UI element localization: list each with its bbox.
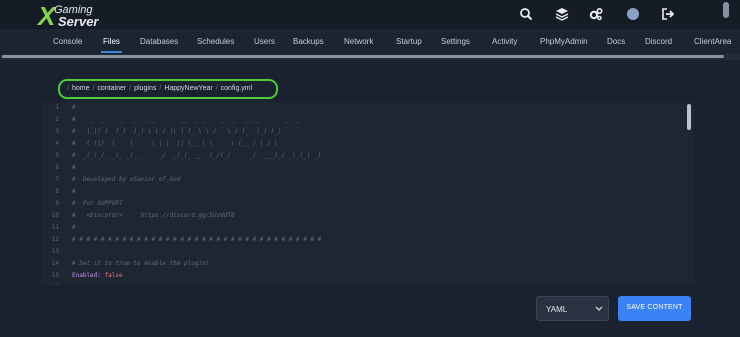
code-line: 3 # |_|| ) )_) )_) \ \ / |\ | )_ \ \ / \ … [55,128,282,135]
code-editor[interactable]: 1 # 2 # _ _ _ _ _ _ _ __ _ _ _ _ _ __ _ _ … [42,102,694,285]
tab-schedules[interactable]: Schedules [197,37,234,46]
search-icon[interactable] [519,7,533,21]
tab-console[interactable]: Console [53,37,82,46]
page-scrollbar-thumb[interactable] [723,2,729,18]
code-line: 8 # [55,188,76,195]
code-line: 7 # Developed by xSavior_of_God [55,176,181,183]
tab-discord[interactable]: Discord [645,37,672,46]
tab-databases[interactable]: Databases [140,37,178,46]
language-select[interactable]: YAML [536,296,609,321]
yaml-value: false [104,272,123,279]
logo[interactable]: X Gaming Server [38,1,118,31]
top-bar: X Gaming Server [0,0,740,31]
tab-phpmyadmin[interactable]: PhpMyAdmin [540,37,588,46]
logo-line2: Server [58,14,99,29]
logo-mark: X [38,1,55,31]
code-line: 11 # [51,224,76,231]
tab-startup[interactable]: Startup [396,37,422,46]
code-line: 13 [51,248,59,255]
logout-icon[interactable] [661,7,675,21]
code-line: 14 # Set it to true to enable the plugin! [51,260,210,267]
breadcrumb-happynewyear[interactable]: HappyNewYear [164,85,212,92]
tab-activity[interactable]: Activity [492,37,517,46]
code-line: 9 # For SUPPORT [55,200,123,207]
language-select-value: YAML [546,305,568,314]
breadcrumb-plugins[interactable]: plugins [134,85,156,92]
tab-files[interactable]: Files [103,37,120,46]
breadcrumb: / home / container / plugins / HappyNewYear / con… [67,85,253,92]
nav-scrollbar-thumb[interactable] [2,55,724,58]
tab-backups[interactable]: Backups [293,37,324,46]
breadcrumb-home[interactable]: home [72,85,90,92]
code-line: 4 # ( (|/ ( ( \ \ | \| (__ \ \ \ (__ / \ … [55,140,278,147]
tab-clientarea[interactable]: ClientArea [694,37,731,46]
code-line: 15 Enabled: false [51,272,123,279]
save-content-button[interactable]: SAVE CONTENT [618,296,691,321]
code-line: 5 # _(_(_/_ _\_ _(_ _ _/ _(_(_ __ (_/(_/ … [55,152,322,159]
chevron-down-icon [595,306,603,311]
avatar[interactable] [627,8,639,20]
nav-scrollbar[interactable] [0,54,740,60]
code-line: 6 # [55,164,76,171]
tab-users[interactable]: Users [254,37,275,46]
tab-settings[interactable]: Settings [441,37,470,46]
cogs-icon[interactable] [589,7,603,21]
yaml-key: Enabled [72,272,98,279]
breadcrumb-container[interactable]: container [97,85,126,92]
breadcrumb-file: config.yml [220,85,253,92]
tab-network[interactable]: Network [344,37,373,46]
code-line: 1 # [55,104,76,111]
server-nav: Console Files Databases Schedules Users … [0,29,740,55]
code-line: 2 # _ _ _ _ _ _ _ __ _ _ _ _ _ __ _ _ _ [55,116,304,123]
layers-icon[interactable] [555,7,569,21]
tab-docs[interactable]: Docs [607,37,625,46]
code-line: 10 # <Discord/> https://discord.gg/5UuVdT… [51,212,235,219]
code-line: 16 [42,284,682,285]
save-content-label: SAVE CONTENT [626,304,683,311]
code-line: 12 # # # # # # # # # # # # # # # # # # # … [51,236,322,243]
active-tab-indicator [101,51,122,53]
editor-scrollbar-thumb[interactable] [687,104,691,130]
